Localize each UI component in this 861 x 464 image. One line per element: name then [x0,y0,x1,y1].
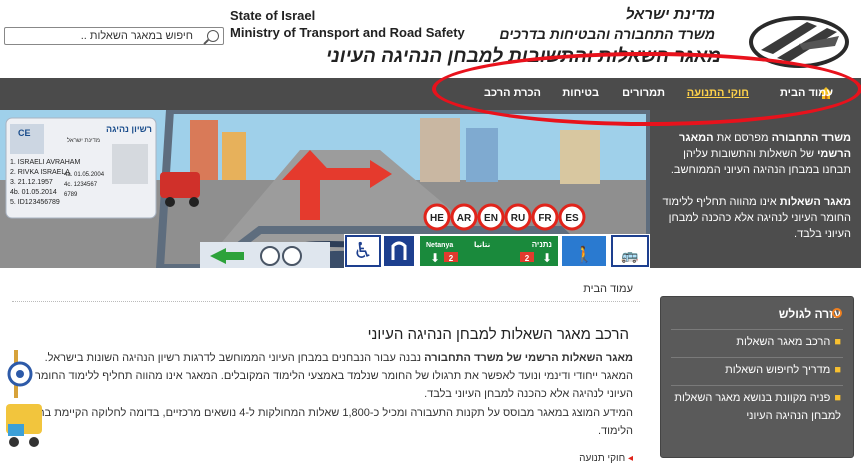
down-arrow-icon: ⬇ [430,251,440,265]
sign-strip: ♿ Netanya نتانيا נתניה 2 2 ⬇ ⬇ 🚶 🚌 [344,234,650,268]
help-link-3-label: פניה מקוונת בנושא מאגר השאלות למבחן הנהי… [674,392,841,422]
help-link-composition[interactable]: ■הרכב מאגר השאלות [671,333,841,351]
help-link-1-label: הרכב מאגר השאלות [736,336,831,348]
lang-en: EN [484,213,498,224]
sign-route-2: 2 [525,254,530,263]
license-right-3: 6789 [64,192,78,198]
accessible-icon: ♿ [353,239,373,264]
help-divider [671,357,843,358]
vehicle-illustration [6,350,42,447]
license-line-1: 1. ISRAELI AVRAHAM [10,159,80,166]
license-line-4: 4b. 01.05.2014 [10,189,57,196]
help-title: עזרה לגולש [761,307,842,321]
help-link-2-label: מדריך לחיפוש השאלות [725,364,831,376]
license-right-1: 4a. 01.05.2004 [64,172,105,178]
intro-paragraph-2: מאגר השאלות אינו מהווה תחליף ללימוד החומ… [659,194,851,242]
help-link-search-guide[interactable]: ■מדריך לחיפוש השאלות [671,361,841,379]
license-line-5: 5. ID123456789 [10,199,60,206]
ministry-name-en-line2: Ministry of Transport and Road Safety [230,25,465,40]
lang-es: ES [565,213,579,224]
down-arrow-icon: ⬇ [542,251,552,265]
main-p1-bold: מאגר השאלות הרשמי של משרד התחבורה [424,352,633,364]
topic-link-label: חוקי תנועה [579,453,626,464]
ministry-name-he-line2: משרד התחבורה והבטיחות בדרכים [499,26,715,42]
main-paragraph-1: מאגר השאלות הרשמי של משרד התחבורה נבנה ע… [13,349,633,403]
license-line-2: 2. RIVKA ISRAELA [10,169,70,176]
lang-fr: FR [538,213,552,224]
topic-link-traffic-laws[interactable]: ◂ חוקי תנועה [579,453,633,464]
sign-city-en: Netanya [426,242,453,249]
intro-side-panel: משרד התחבורה מפרסם את המאגר הרשמי של השא… [650,110,861,268]
sign-city-he: נתניה [532,240,552,249]
intro-p2-bold: מאגר השאלות [779,196,851,208]
sign-city-ar: نتانيا [474,241,491,249]
license-right-2: 4c. 1234567 [64,182,98,188]
banner-illustration: רשיון נהיגה CE מדינת ישראל 1. ISRAELI AV… [0,110,650,268]
dashboard-gauges [200,242,330,268]
breadcrumb[interactable]: עמוד הבית [583,283,633,295]
help-divider [671,385,843,386]
search-placeholder: חיפוש במאגר השאלות .. [80,30,193,42]
annotation-ellipse [432,52,861,126]
help-divider [671,329,843,330]
intro-p1-bold1: משרד התחבורה [771,132,851,144]
main-paragraph-2: המידע המוצג במאגר מבוסס על תקנות התעבורה… [21,407,633,437]
intro-paragraph-1: משרד התחבורה מפרסם את המאגר הרשמי של השא… [659,130,851,178]
lang-ru: RU [511,213,525,224]
license-code: CE [18,128,31,138]
help-box: עזרה לגולש ■הרכב מאגר השאלות ■מדריך לחיפ… [660,296,854,458]
driver-license-card: רשיון נהיגה CE מדינת ישראל 1. ISRAELI AV… [5,117,157,219]
search-icon[interactable] [207,30,219,42]
lifebuoy-icon [832,308,842,318]
license-title: רשיון נהיגה [106,124,152,134]
pedestrian-icon: 🚶 [574,245,594,264]
breadcrumb-divider [12,301,640,302]
sign-route-1: 2 [449,254,454,263]
page-title: הרכב מאגר השאלות למבחן הנהיגה העיוני [367,326,629,343]
intro-p1-text1: מפרסם את [716,132,769,144]
ministry-name-he-line1: מדינת ישראל [625,6,715,23]
license-line-3: 3. 21.12.1957 [10,179,53,186]
lang-ar: AR [457,213,472,224]
help-link-online-inquiry[interactable]: ■פניה מקוונת בנושא מאגר השאלות למבחן הנה… [671,389,841,425]
license-country: מדינת ישראל [67,136,100,144]
bus-icon: 🚌 [621,248,639,264]
ministry-name-en-line1: State of Israel [230,8,316,23]
lang-he: HE [430,213,444,224]
search-input[interactable]: חיפוש במאגר השאלות .. [4,27,224,45]
